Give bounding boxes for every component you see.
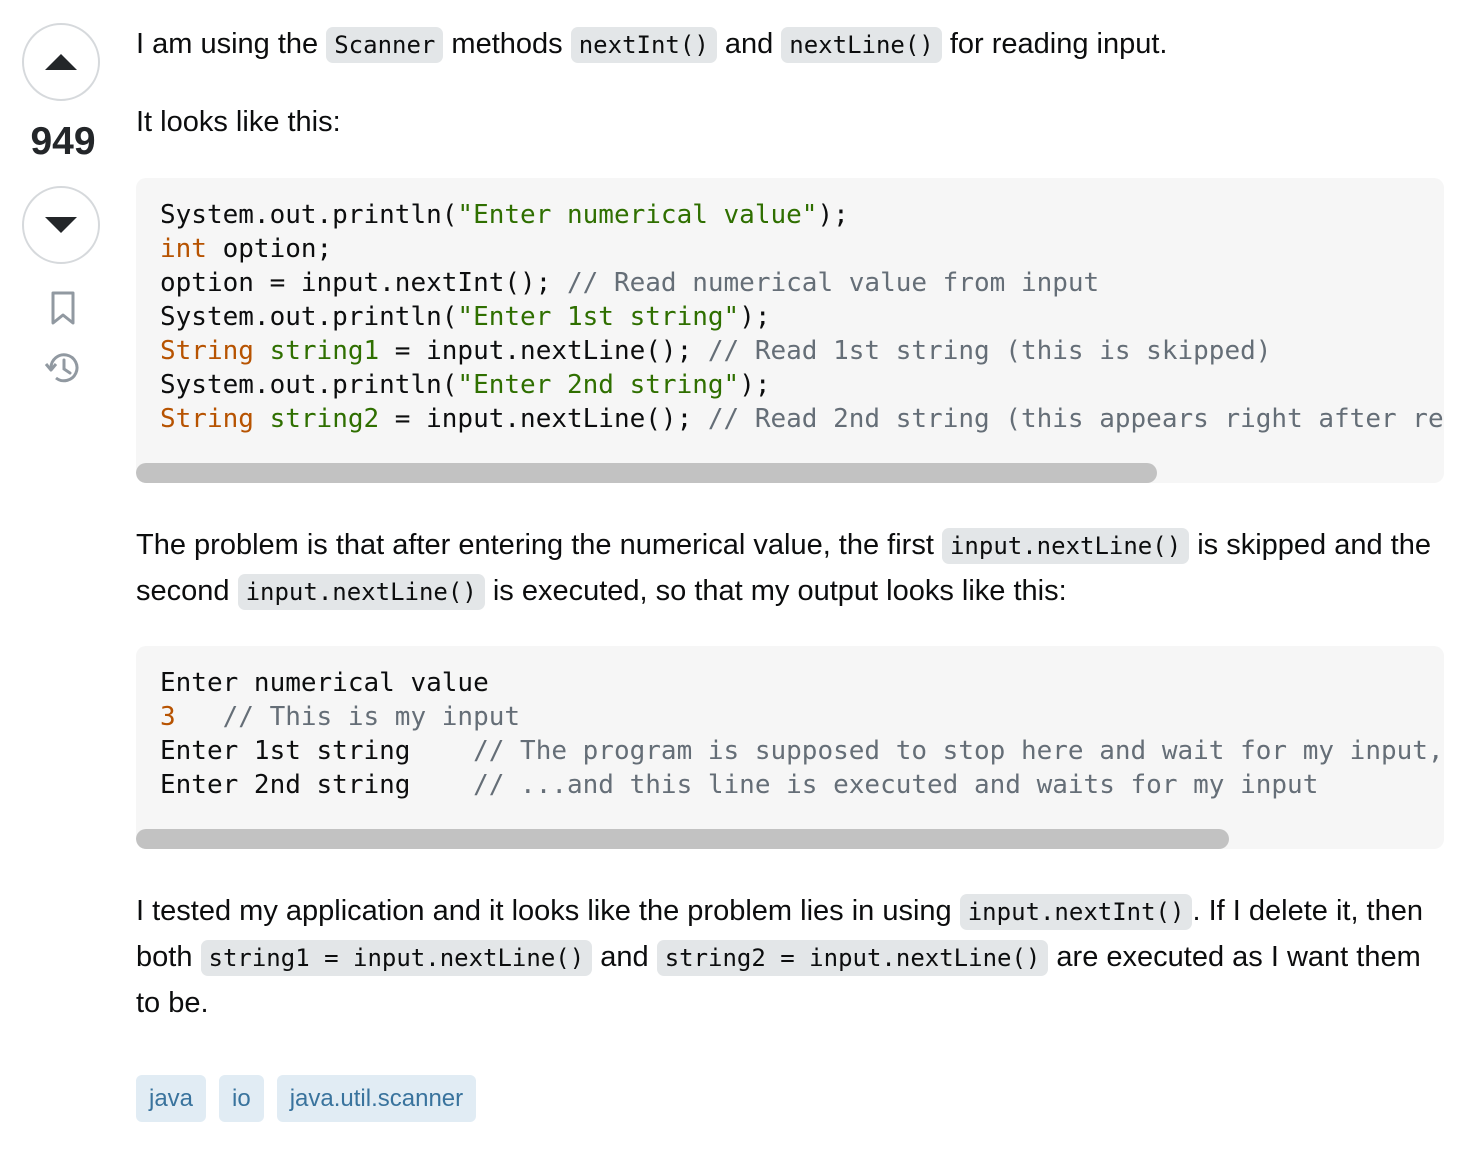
text: and [592,941,657,973]
inline-code: input.nextLine() [941,528,1190,564]
triangle-down-icon [45,217,77,233]
inline-code: Scanner [326,27,444,63]
code-content: Enter numerical value 3 // This is my in… [160,668,1444,800]
triangle-up-icon [45,54,77,70]
text: I am using the [136,28,327,60]
paragraph-looks-like: It looks like this: [136,106,341,138]
paragraph-tested: I tested my application and it looks lik… [136,889,1444,1026]
tag-java-util-scanner[interactable]: java.util.scanner [276,1075,477,1122]
code-block-output: Enter numerical value 3 // This is my in… [136,646,1444,849]
inline-code: input.nextLine() [237,574,485,610]
text: The problem is that after entering the n… [136,529,942,561]
code-content: System.out.println("Enter numerical valu… [160,200,1444,434]
bookmark-icon [51,291,75,325]
history-button[interactable] [42,347,84,389]
horizontal-scrollbar[interactable] [136,829,1229,849]
inline-code: string2 = input.nextLine() [656,940,1049,976]
tag-list: java io java.util.scanner [136,1075,477,1122]
text: methods [443,28,571,60]
paragraph-intro: I am using the Scanner methods nextInt()… [136,22,1167,68]
paragraph-problem: The problem is that after entering the n… [136,523,1436,615]
vote-count: 949 [30,120,96,163]
tag-java[interactable]: java [136,1075,207,1122]
code-block-source: System.out.println("Enter numerical valu… [136,178,1444,483]
inline-code: nextInt() [570,27,717,63]
inline-code: string1 = input.nextLine() [200,940,593,976]
text: I tested my application and it looks lik… [136,895,960,927]
text: for reading input. [941,28,1168,60]
inline-code: input.nextInt() [959,894,1193,930]
bookmark-button[interactable] [42,287,84,329]
downvote-button[interactable] [22,186,100,264]
history-icon [44,353,79,383]
text: is executed, so that my output looks lik… [484,575,1067,607]
upvote-button[interactable] [22,23,100,101]
text: and [716,28,782,60]
inline-code: nextLine() [781,27,942,63]
tag-io[interactable]: io [219,1075,264,1122]
horizontal-scrollbar[interactable] [136,463,1157,483]
